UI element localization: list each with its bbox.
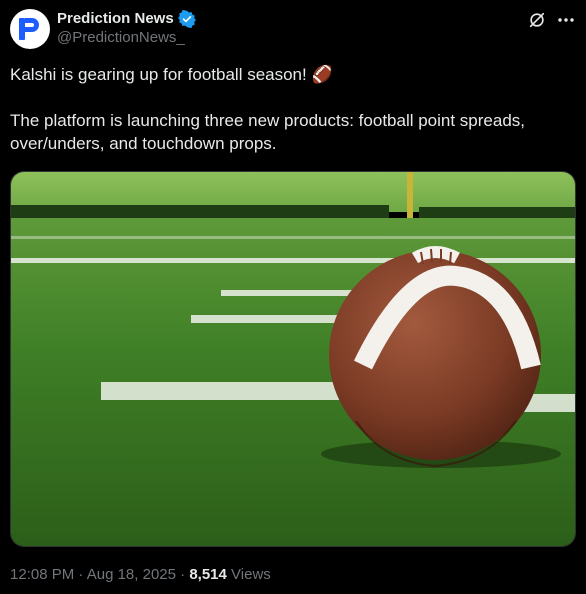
post-actions: [528, 11, 576, 29]
views-label: Views: [231, 566, 271, 583]
post-header: Prediction News @PredictionNews_: [10, 9, 576, 51]
post-time[interactable]: 12:08 PM: [10, 566, 74, 583]
views-count: 8,514: [189, 566, 227, 583]
author-handle[interactable]: @PredictionNews_: [57, 28, 196, 48]
football-photo: [11, 172, 575, 546]
meta-separator-1: ·: [78, 566, 87, 583]
author-names: Prediction News @PredictionNews_: [57, 9, 196, 48]
post-meta: 12:08 PM · Aug 18, 2025 · 8,514 Views: [10, 565, 271, 585]
post-text-line-2: The platform is launching three new prod…: [10, 111, 526, 153]
post-text-line-1: Kalshi is gearing up for football season…: [10, 65, 333, 84]
author-display-name-row: Prediction News: [57, 9, 196, 28]
sideline-wall-right: [419, 207, 575, 219]
avatar[interactable]: [10, 9, 50, 49]
goal-post: [407, 172, 413, 222]
meta-separator-2: ·: [180, 566, 190, 583]
post-date[interactable]: Aug 18, 2025: [87, 566, 176, 583]
grok-icon[interactable]: [528, 11, 546, 29]
post-media[interactable]: [10, 171, 576, 547]
verified-badge-icon[interactable]: [177, 9, 196, 28]
post-text: Kalshi is gearing up for football season…: [10, 63, 570, 155]
author-display-name[interactable]: Prediction News: [57, 9, 174, 28]
more-icon[interactable]: [556, 11, 576, 29]
sideline-wall-left: [11, 205, 389, 219]
prediction-news-logo: [19, 18, 39, 40]
